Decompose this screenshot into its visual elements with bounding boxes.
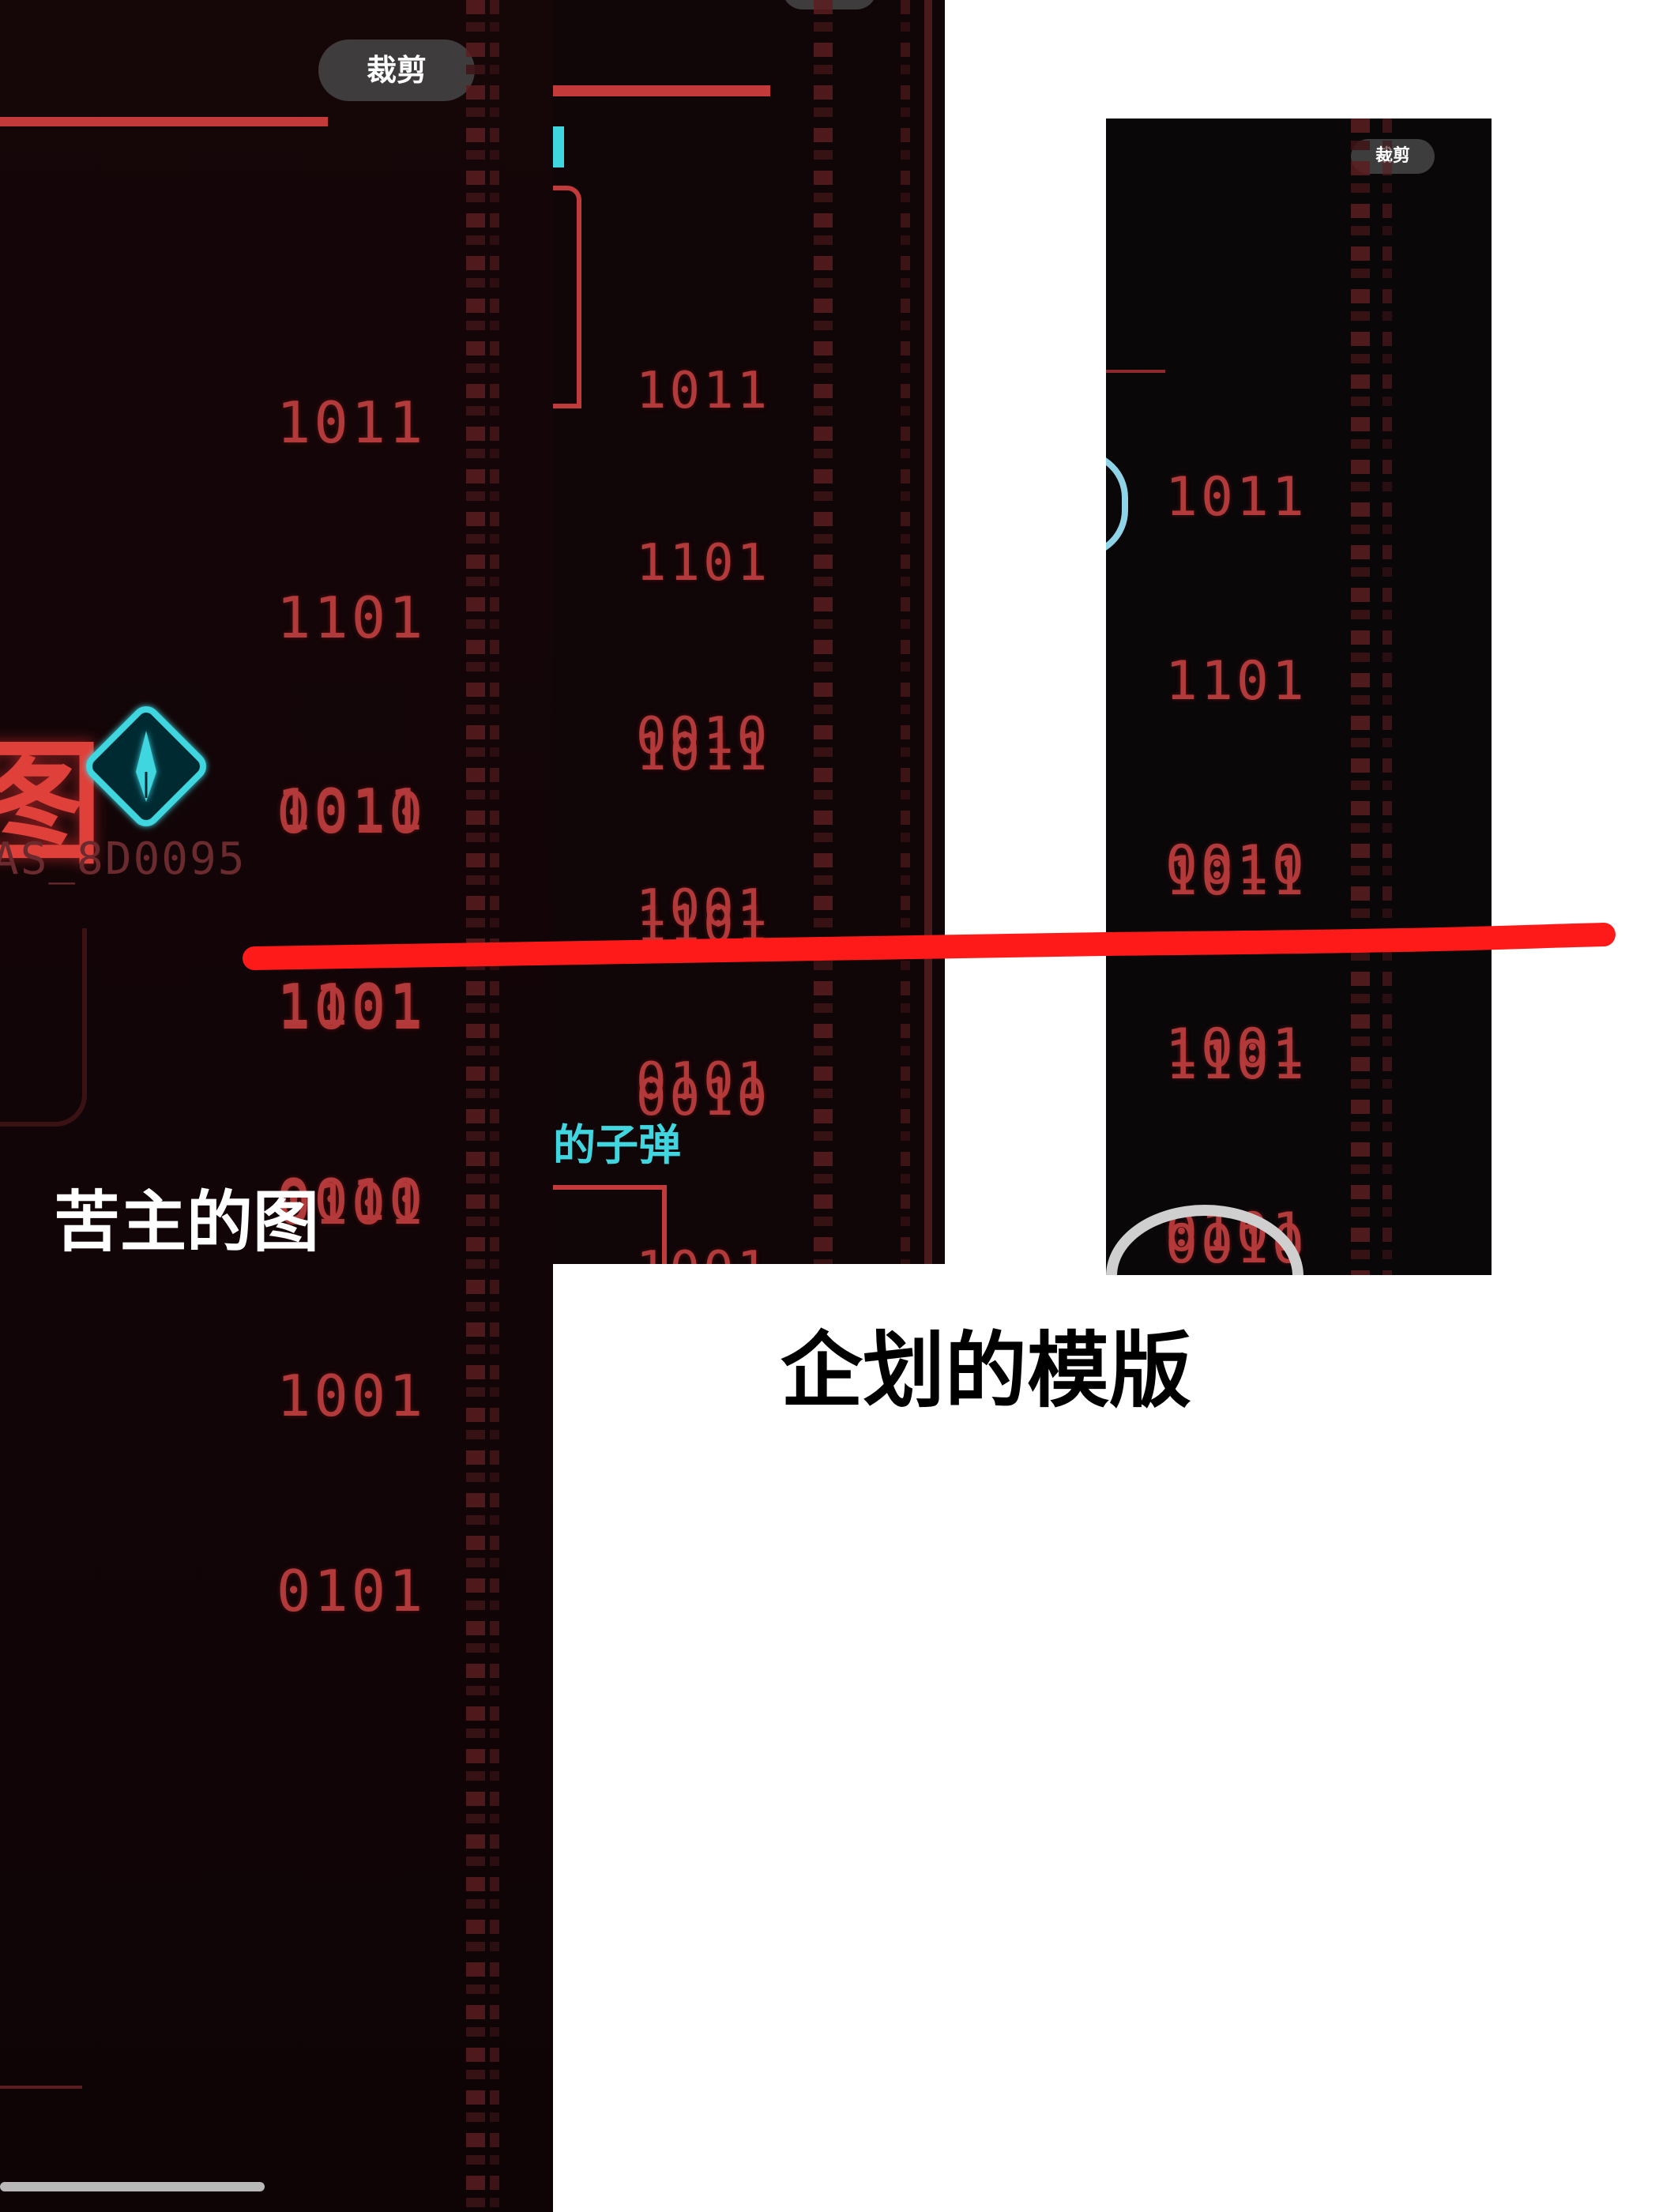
serial-code: AS_8D0095	[0, 833, 246, 885]
decorative-stripe	[1351, 118, 1370, 1275]
middle-screenshot-panel: 裁剪 1011 1101 0010 1001 0101 1011 1101 00…	[553, 0, 945, 1264]
left-caption: 苦主的图	[54, 1183, 320, 1261]
decorative-stripe-thin	[490, 0, 499, 2212]
red-header-bar	[553, 85, 770, 96]
right-screenshot-panel: 裁剪 1011 1101 0010 1001 0101 1011 1101 00…	[1106, 118, 1492, 1275]
red-header-bar	[0, 117, 328, 126]
crop-button[interactable]: 裁剪	[318, 40, 475, 101]
tac-map-diamond-icon	[86, 706, 206, 826]
frame-corner	[0, 928, 87, 1127]
edge-bar	[924, 0, 932, 1264]
left-screenshot-panel: 裁剪 1011 1101 0010 1001 0101 1011 1101 00…	[0, 0, 553, 2212]
bottom-divider	[0, 2086, 82, 2089]
connector-line	[1106, 370, 1165, 373]
decorative-stripe	[814, 0, 833, 1264]
scroll-indicator[interactable]	[0, 2182, 265, 2191]
red-frame	[553, 1185, 667, 1264]
decorative-stripe	[466, 0, 485, 2212]
right-caption: 企划的模版	[781, 1322, 1192, 1419]
decorative-stripe-thin	[1382, 118, 1392, 1275]
red-bracket	[553, 186, 581, 408]
binary-group-lower: 1011 1101 0010 1001 0101	[1165, 845, 1307, 1275]
decorative-stripe-thin	[901, 0, 910, 1264]
cyan-label: 的子弹	[553, 1120, 681, 1170]
cyan-marker	[553, 126, 564, 167]
cyan-arc	[1106, 450, 1128, 558]
